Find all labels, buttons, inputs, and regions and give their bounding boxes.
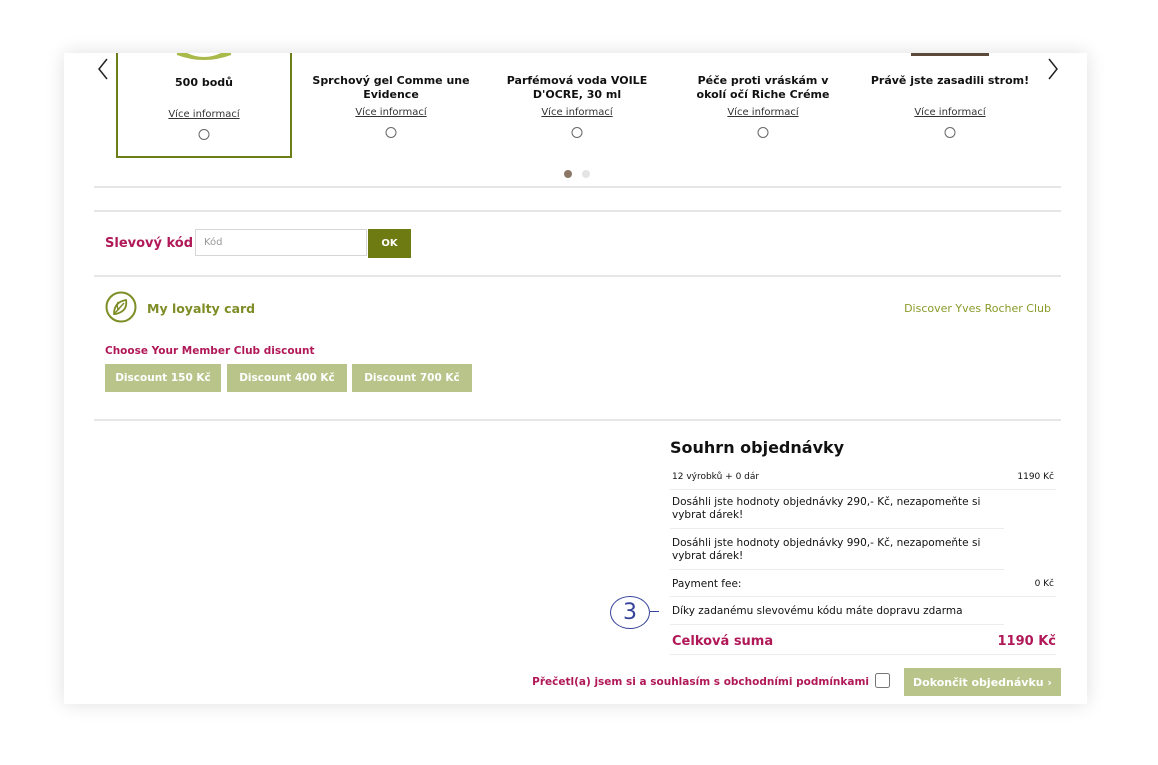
discount-code-label: Slevový kód	[105, 236, 194, 251]
carousel-dot-active[interactable]	[564, 170, 572, 178]
carousel-prev-arrow-icon[interactable]	[94, 56, 118, 86]
gift-more-info-link[interactable]: Více informací	[862, 107, 1038, 118]
payment-fee-value: 0 Kč	[1034, 579, 1054, 589]
member-club-discount-title: Choose Your Member Club discount	[105, 345, 315, 357]
gift-more-info-link[interactable]: Více informací	[303, 107, 479, 118]
divider	[94, 419, 1061, 421]
loyalty-card-title: My loyalty card	[147, 301, 256, 316]
total-label: Celková suma	[672, 634, 774, 649]
gift-radio[interactable]	[571, 127, 583, 138]
discount-code-input[interactable]	[195, 229, 367, 256]
annotation-callout-line	[650, 611, 659, 612]
discount-code-ok-button[interactable]: OK	[368, 229, 411, 258]
gift-threshold-message: Dosáhli jste hodnoty objednávky 290,- Kč…	[672, 496, 981, 521]
gift-more-info-link[interactable]: Více informací	[489, 107, 665, 118]
gift-name: Parfémová voda VOILE D'OCRE, 30 ml	[506, 74, 648, 101]
gift-name: Péče proti vráskám v okolí očí Riche Cré…	[696, 74, 830, 101]
gift-radio[interactable]	[198, 129, 210, 140]
summary-gift-row-2: Dosáhli jste hodnoty objednávky 990,- Kč…	[670, 530, 1004, 570]
terms-agreement-checkbox[interactable]	[875, 673, 890, 688]
carousel-dot[interactable]	[582, 170, 590, 178]
gift-more-info-link[interactable]: Více informací	[675, 107, 851, 118]
summary-items-row: 12 výrobků + 0 dár 1190 Kč	[670, 465, 1056, 490]
order-summary-title: Souhrn objednávky	[670, 438, 845, 457]
summary-shipping-row: Díky zadanému slevovému kódu máte doprav…	[670, 598, 1004, 625]
payment-fee-label: Payment fee:	[672, 578, 742, 590]
leaf-logo-icon	[105, 291, 137, 323]
gift-threshold-message: Dosáhli jste hodnoty objednávky 990,- Kč…	[672, 537, 981, 562]
items-total-value: 1190 Kč	[1017, 472, 1054, 482]
divider	[94, 210, 1061, 212]
gift-name: Právě jste zasadili strom!	[870, 74, 1030, 87]
gift-radio[interactable]	[944, 127, 956, 138]
annotation-callout-number: 3	[610, 596, 650, 629]
divider	[94, 275, 1061, 277]
carousel-next-arrow-icon[interactable]	[1042, 56, 1066, 86]
free-shipping-message: Díky zadanému slevovému kódu máte doprav…	[672, 605, 963, 617]
discount-150-button[interactable]: Discount 150 Kč	[105, 364, 221, 392]
gift-name: 500 bodů	[175, 76, 233, 89]
perfume-bottle-image-icon	[547, 53, 607, 57]
checkout-panel: 500 bodů Více informací Sprchový gel Com…	[64, 53, 1087, 704]
gift-radio[interactable]	[757, 127, 769, 138]
gift-radio[interactable]	[385, 127, 397, 138]
gift-card-shower-gel[interactable]: Sprchový gel Comme une Evidence Více inf…	[303, 53, 479, 158]
summary-gift-row-1: Dosáhli jste hodnoty objednávky 290,- Kč…	[670, 490, 1004, 529]
items-count-text: 12 výrobků + 0 dár	[672, 472, 760, 482]
gift-more-info-link[interactable]: Více informací	[118, 109, 290, 120]
divider	[94, 186, 1061, 188]
discount-700-button[interactable]: Discount 700 Kč	[352, 364, 472, 392]
discover-club-link[interactable]: Discover Yves Rocher Club	[904, 302, 1051, 315]
terms-agreement-label: Přečetl(a) jsem si a souhlasím s obchodn…	[532, 676, 869, 688]
gift-card-tree[interactable]: Právě jste zasadili strom! Více informac…	[862, 53, 1038, 158]
soil-image-icon	[911, 53, 989, 56]
gift-card-eye-cream[interactable]: Péče proti vráskám v okolí očí Riche Cré…	[675, 53, 851, 158]
total-value: 1190 Kč	[997, 634, 1057, 649]
points-badge-icon	[177, 53, 231, 60]
finish-order-button[interactable]: Dokončit objednávku ›	[904, 668, 1061, 696]
summary-payment-row: Payment fee: 0 Kč	[670, 570, 1056, 597]
discount-400-button[interactable]: Discount 400 Kč	[227, 364, 347, 392]
gift-name: Sprchový gel Comme une Evidence	[312, 74, 470, 101]
gift-card-perfume[interactable]: Parfémová voda VOILE D'OCRE, 30 ml Více …	[489, 53, 665, 158]
shower-gel-image-icon	[371, 53, 411, 55]
gift-card-500-points[interactable]: 500 bodů Více informací	[116, 53, 292, 158]
